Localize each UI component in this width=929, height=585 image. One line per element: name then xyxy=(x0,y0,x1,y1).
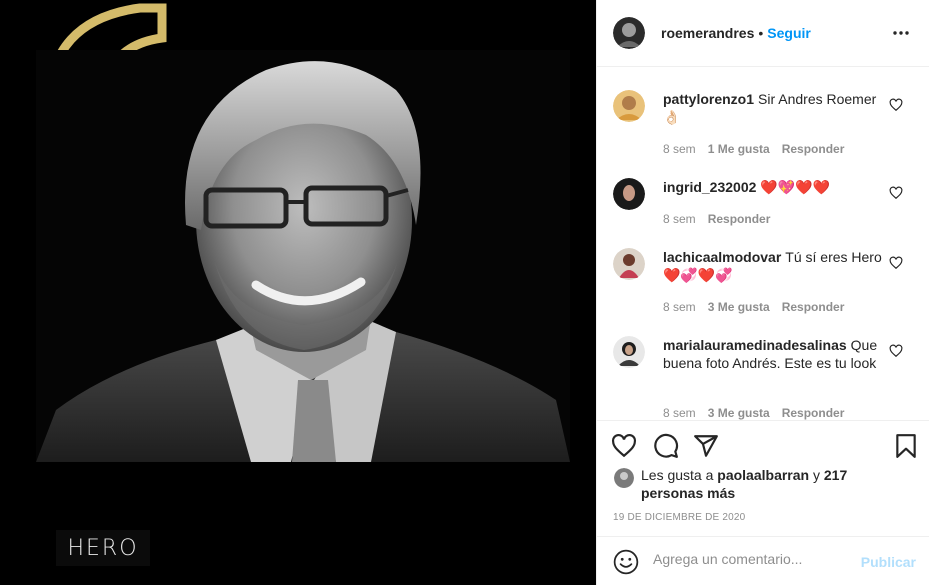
more-options-icon[interactable] xyxy=(889,21,913,45)
liker-username[interactable]: paolaalbarran xyxy=(717,467,809,483)
comments-list[interactable]: pattylorenzo1 Sir Andres Roemer 👌🏻 8 sem … xyxy=(597,68,929,420)
paper-plane-icon[interactable] xyxy=(693,433,719,459)
post-header: roemerandres • Seguir xyxy=(597,0,929,67)
separator-dot: • xyxy=(758,25,764,41)
author-avatar[interactable] xyxy=(613,17,645,49)
commenter-avatar[interactable] xyxy=(613,90,645,122)
comment-time[interactable]: 8 sem xyxy=(663,212,696,226)
emoji-icon[interactable] xyxy=(613,549,639,575)
reply-button[interactable]: Responder xyxy=(782,300,845,314)
post-image[interactable]: HERO xyxy=(0,0,596,585)
comment-likes[interactable]: 3 Me gusta xyxy=(708,300,770,314)
comment-time[interactable]: 8 sem xyxy=(663,300,696,314)
comment-likes[interactable]: 3 Me gusta xyxy=(708,406,770,420)
comment-username[interactable]: lachicaalmodovar xyxy=(663,249,781,265)
reply-button[interactable]: Responder xyxy=(782,406,845,420)
add-comment-bar: Publicar xyxy=(597,536,929,585)
bookmark-icon[interactable] xyxy=(893,433,919,459)
commenter-avatar[interactable] xyxy=(613,248,645,280)
author-username[interactable]: roemerandres xyxy=(661,25,754,41)
follow-button[interactable]: Seguir xyxy=(767,25,811,41)
comment-item: marialauramedinadesalinas Que buena foto … xyxy=(613,336,913,420)
post-sidebar: roemerandres • Seguir pattylorenzo1 Sir A… xyxy=(596,0,929,585)
post-action-bar xyxy=(597,420,929,472)
comment-input[interactable] xyxy=(653,551,853,567)
comment-heart-icon[interactable] xyxy=(889,98,903,112)
liker-avatar[interactable] xyxy=(614,468,634,488)
comment-username[interactable]: pattylorenzo1 xyxy=(663,91,754,107)
comment-time[interactable]: 8 sem xyxy=(663,406,696,420)
post-date[interactable]: 19 DE DICIEMBRE DE 2020 xyxy=(613,512,745,523)
comment-icon[interactable] xyxy=(653,433,679,459)
commenter-avatar[interactable] xyxy=(613,178,645,210)
comment-text: ❤️💖❤️❤️ xyxy=(760,179,831,195)
publish-button[interactable]: Publicar xyxy=(861,554,916,570)
comment-heart-icon[interactable] xyxy=(889,256,903,270)
likes-prefix: Les gusta a xyxy=(641,467,714,483)
reply-button[interactable]: Responder xyxy=(782,142,845,156)
heart-icon[interactable] xyxy=(611,433,637,459)
comment-heart-icon[interactable] xyxy=(889,186,903,200)
likes-conj: y xyxy=(813,467,820,483)
comment-username[interactable]: ingrid_232002 xyxy=(663,179,756,195)
portrait-photo xyxy=(36,50,570,462)
hero-logo: HERO xyxy=(56,530,150,566)
comment-item: ingrid_232002 ❤️💖❤️❤️ 8 sem Responder xyxy=(613,178,913,228)
comment-item: lachicaalmodovar Tú sí eres Hero ❤️💞❤️💞 8… xyxy=(613,248,913,318)
comment-username[interactable]: marialauramedinadesalinas xyxy=(663,337,847,353)
commenter-avatar[interactable] xyxy=(613,336,645,368)
comment-item: pattylorenzo1 Sir Andres Roemer 👌🏻 8 sem … xyxy=(613,90,913,160)
comment-likes[interactable]: 1 Me gusta xyxy=(708,142,770,156)
comment-time[interactable]: 8 sem xyxy=(663,142,696,156)
comment-heart-icon[interactable] xyxy=(889,344,903,358)
reply-button[interactable]: Responder xyxy=(708,212,771,226)
